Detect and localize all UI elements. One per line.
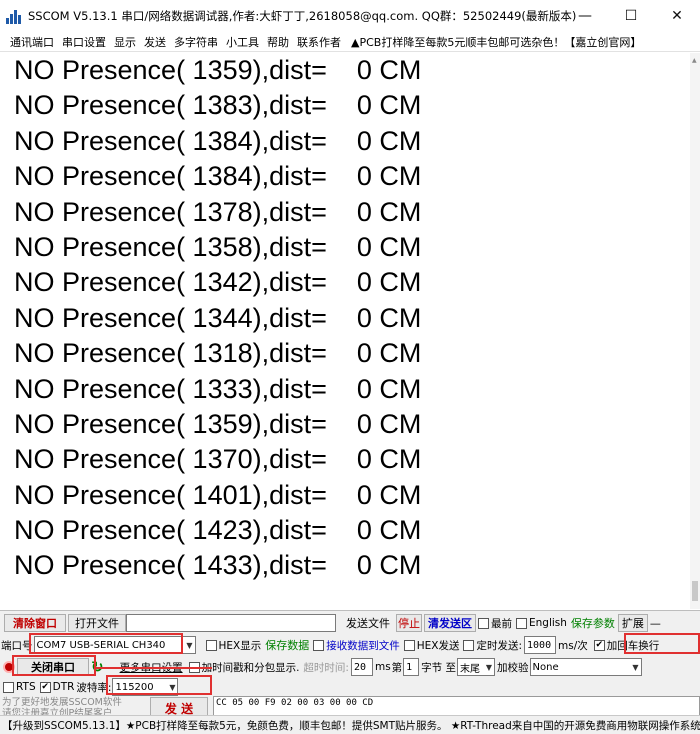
minimize-button[interactable]: — — [562, 0, 608, 32]
timeout-unit: ms — [374, 661, 391, 673]
output-line: NO Presence( 1423),dist= 0 CM — [14, 515, 422, 546]
output-line: NO Presence( 1344),dist= 0 CM — [14, 302, 422, 333]
tail-select[interactable]: 末尾 ▼ — [457, 658, 496, 676]
interval-unit: ms/次 — [558, 639, 588, 652]
chevron-down-icon: ▼ — [186, 640, 193, 650]
menu-serial-settings[interactable]: 串口设置 — [58, 34, 110, 50]
output-line: NO Presence( 1359),dist= 0 CM — [14, 408, 422, 439]
add-crlf-option[interactable]: ✔ 加回车换行 — [593, 638, 659, 653]
port-label: 端口号 — [1, 639, 33, 652]
latest-checkbox[interactable] — [478, 617, 489, 629]
window-title: SSCOM V5.13.1 串口/网络数据调试器,作者:大虾丁丁,2618058… — [28, 9, 577, 23]
menu-ad-link[interactable]: ▲PCB打样降至每款5元顺丰包邮可选杂色！【嘉立创官网】 — [345, 34, 641, 50]
scrollbar-thumb[interactable] — [692, 581, 698, 601]
baud-select[interactable]: 115200 ▼ — [112, 678, 179, 696]
menu-help[interactable]: 帮助 — [263, 34, 293, 50]
file-toolbar-row: 清除窗口 打开文件 发送文件 停止 清发送区 最前 English 保存参数 扩… — [0, 613, 700, 633]
open-file-button[interactable]: 打开文件 — [68, 614, 126, 632]
expand-button[interactable]: 扩展 — [617, 614, 648, 632]
stop-button[interactable]: 停止 — [396, 614, 422, 632]
byte-unit: 字节 至 — [421, 661, 457, 674]
close-button[interactable]: ✕ — [654, 0, 700, 32]
chevron-down-icon: ▼ — [169, 682, 176, 692]
menu-multi-string[interactable]: 多字符串 — [170, 34, 222, 50]
dtr-option[interactable]: ✔ DTR — [39, 681, 74, 693]
output-line: NO Presence( 1384),dist= 0 CM — [14, 161, 422, 192]
flow-row: RTS ✔ DTR 波特率: 115200 ▼ — [0, 678, 700, 696]
status-bar[interactable]: 【升级到SSCOM5.13.1】★PCB打样降至每款5元，免颜色费，顺丰包邮！提… — [0, 715, 700, 734]
timed-send-option[interactable]: 定时发送: — [463, 638, 522, 653]
baud-label: 波特率: — [76, 681, 112, 694]
output-line: NO Presence( 1342),dist= 0 CM — [14, 267, 422, 298]
output-line: NO Presence( 1384),dist= 0 CM — [14, 125, 422, 156]
add-crlf-checkbox[interactable]: ✔ — [593, 639, 605, 651]
output-line: NO Presence( 1433),dist= 0 CM — [14, 550, 422, 581]
menu-tools[interactable]: 小工具 — [222, 34, 263, 50]
checksum-select[interactable]: None ▼ — [529, 658, 642, 676]
hex-send-checkbox[interactable] — [403, 639, 415, 651]
app-logo-icon — [6, 8, 22, 24]
english-checkbox[interactable] — [516, 617, 527, 629]
connection-row: 关闭串口 ↻ 更多串口设置 加时间戳和分包显示. 超时时间: 20 ms 第 1… — [0, 657, 700, 677]
clear-window-button[interactable]: 清除窗口 — [4, 614, 66, 632]
output-line: NO Presence( 1318),dist= 0 CM — [14, 338, 422, 369]
menu-display[interactable]: 显示 — [110, 34, 140, 50]
port-row: 端口号 COM7 USB-SERIAL CH340 ▼ HEX显示 保存数据 接… — [0, 635, 700, 655]
window-controls: — ☐ ✕ — [562, 0, 700, 32]
menu-send[interactable]: 发送 — [140, 34, 170, 50]
title-bar: SSCOM V5.13.1 串口/网络数据调试器,作者:大虾丁丁,2618058… — [0, 0, 700, 32]
receive-output-area[interactable]: NO Presence( 1359),dist= 0 CM NO Presenc… — [6, 53, 690, 609]
close-port-button[interactable]: 关闭串口 — [17, 658, 89, 676]
output-line: NO Presence( 1401),dist= 0 CM — [14, 479, 422, 510]
output-line: NO Presence( 1358),dist= 0 CM — [14, 231, 422, 262]
byte-input[interactable]: 1 — [403, 658, 420, 676]
output-scrollbar[interactable]: ▲ — [690, 53, 700, 609]
output-line: NO Presence( 1333),dist= 0 CM — [14, 373, 422, 404]
dtr-checkbox[interactable]: ✔ — [39, 681, 51, 693]
output-line: NO Presence( 1383),dist= 0 CM — [14, 90, 422, 121]
port-status-icon — [3, 661, 15, 673]
timed-send-checkbox[interactable] — [463, 639, 475, 651]
port-select[interactable]: COM7 USB-SERIAL CH340 ▼ — [33, 636, 196, 654]
save-data-link[interactable]: 保存数据 — [265, 637, 309, 653]
timeout-input[interactable]: 20 — [350, 658, 373, 676]
save-params-link[interactable]: 保存参数 — [571, 615, 615, 631]
menu-bar: 通讯端口 串口设置 显示 发送 多字符串 小工具 帮助 联系作者 ▲PCB打样降… — [0, 32, 700, 52]
english-option[interactable]: English — [516, 617, 567, 629]
file-path-input[interactable] — [126, 614, 336, 632]
chevron-down-icon: ▼ — [485, 662, 493, 672]
timestamp-option[interactable]: 加时间戳和分包显示. — [188, 660, 299, 675]
output-line: NO Presence( 1359),dist= 0 CM — [14, 55, 422, 85]
timeout-label: 超时时间: — [303, 661, 349, 674]
hex-send-option[interactable]: HEX发送 — [403, 638, 459, 653]
menu-comm-port[interactable]: 通讯端口 — [0, 34, 58, 50]
collapse-dash[interactable]: — — [650, 617, 661, 630]
scroll-up-icon[interactable]: ▲ — [692, 57, 697, 64]
latest-option[interactable]: 最前 — [478, 616, 512, 631]
byte-label: 第 — [391, 661, 403, 674]
rts-option[interactable]: RTS — [3, 681, 36, 693]
recv-to-file-option[interactable]: 接收数据到文件 — [313, 638, 400, 653]
hex-display-checkbox[interactable] — [205, 639, 217, 651]
output-line: NO Presence( 1370),dist= 0 CM — [14, 444, 422, 475]
rts-checkbox[interactable] — [3, 681, 14, 693]
checksum-label: 加校验 — [497, 661, 529, 674]
chevron-down-icon: ▼ — [632, 662, 639, 672]
send-file-button[interactable]: 发送文件 — [342, 614, 394, 632]
clear-send-button[interactable]: 清发送区 — [424, 614, 476, 632]
menu-contact-author[interactable]: 联系作者 — [293, 34, 345, 50]
recv-to-file-checkbox[interactable] — [313, 639, 325, 651]
refresh-icon[interactable]: ↻ — [91, 658, 104, 676]
hex-display-option[interactable]: HEX显示 — [205, 638, 261, 653]
output-line: NO Presence( 1378),dist= 0 CM — [14, 196, 422, 227]
interval-input[interactable]: 1000 — [524, 636, 557, 654]
more-settings-link[interactable]: 更多串口设置 — [120, 660, 183, 675]
timestamp-checkbox[interactable] — [188, 661, 200, 673]
maximize-button[interactable]: ☐ — [608, 0, 654, 32]
